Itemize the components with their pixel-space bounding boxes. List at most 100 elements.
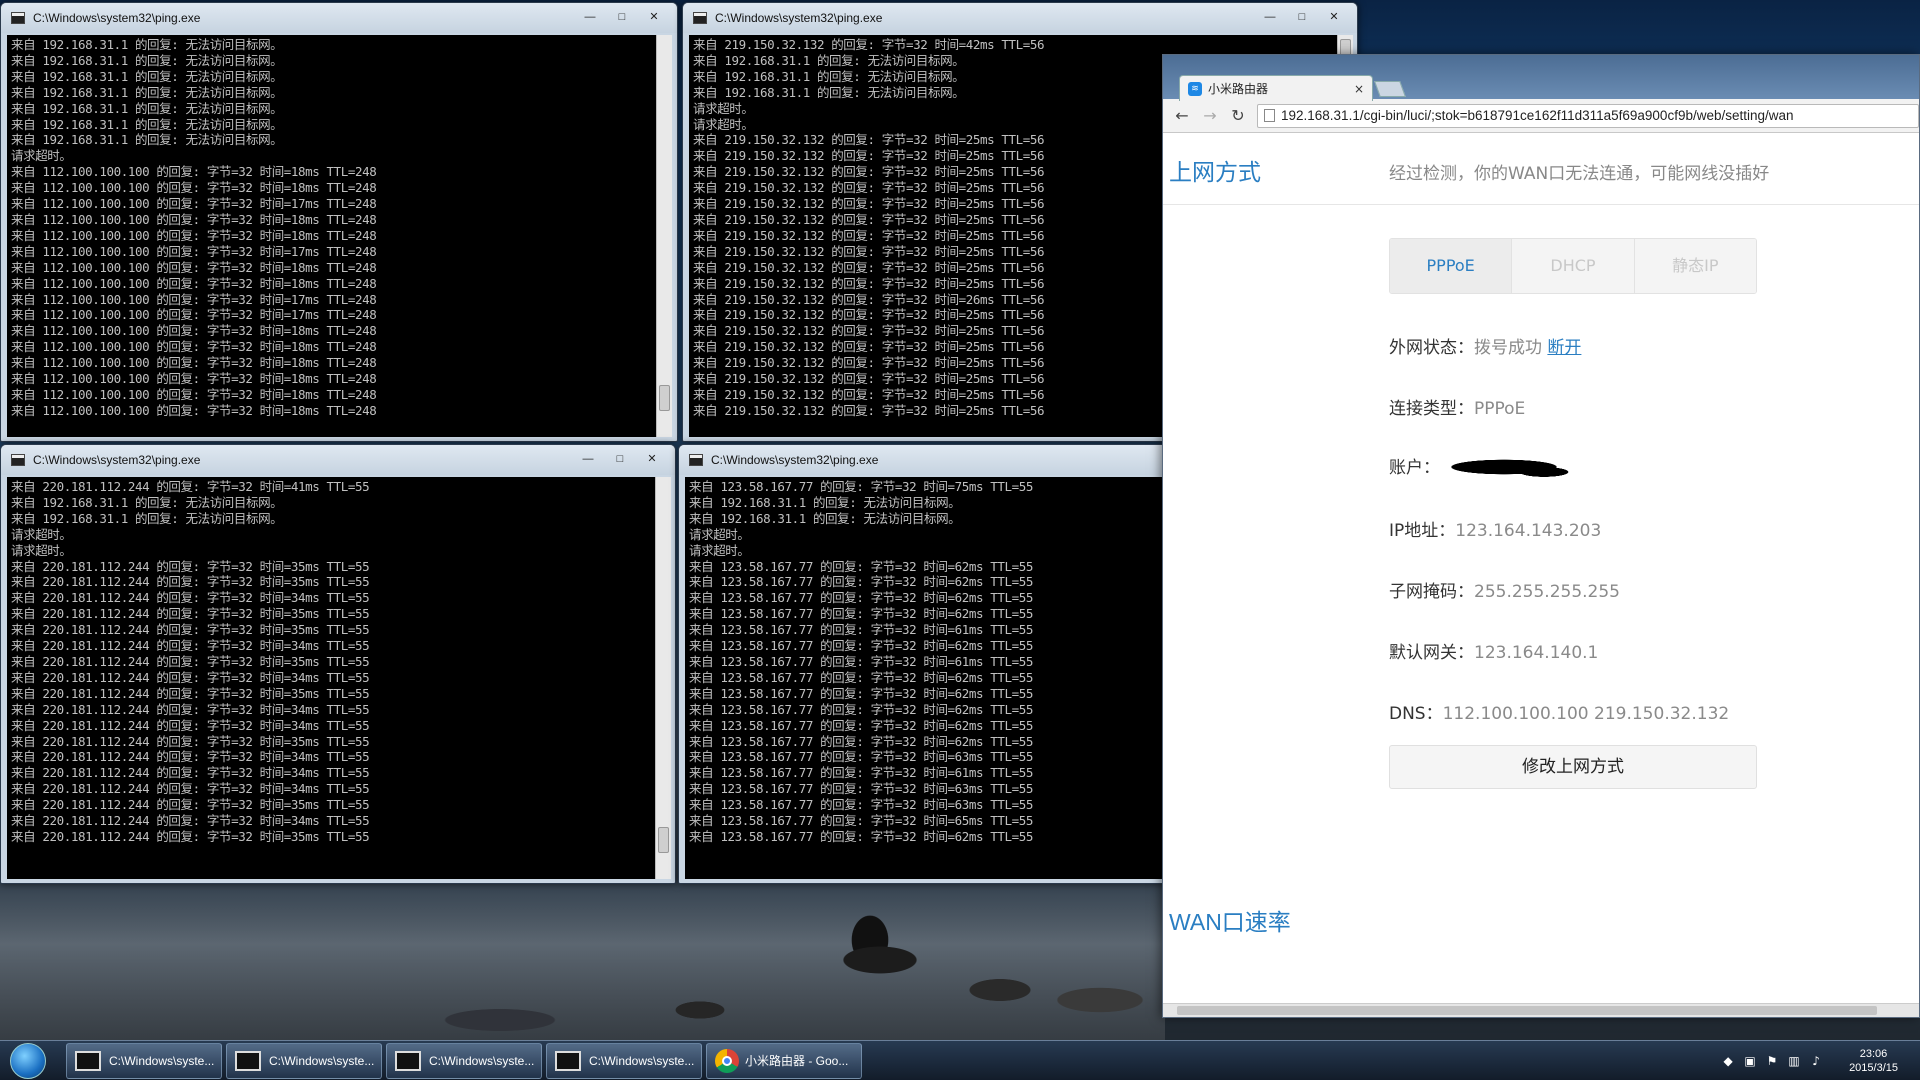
- connection-type-tabs: PPPoE DHCP 静态IP: [1389, 238, 1757, 294]
- close-button[interactable]: ✕: [1321, 10, 1347, 26]
- console-line: 来自 112.100.100.100 的回复: 字节=32 时间=18ms TT…: [11, 259, 377, 275]
- taskbar-button-chrome[interactable]: 小米路由器 - Goo...: [706, 1042, 862, 1079]
- chrome-icon: [715, 1048, 739, 1073]
- disconnect-link[interactable]: 断开: [1547, 338, 1581, 358]
- tab-pppoe[interactable]: PPPoE: [1390, 239, 1513, 293]
- console-line: 请求超时。: [11, 526, 72, 542]
- tray-app-icon[interactable]: ◆: [1721, 1054, 1735, 1068]
- console-line: 来自 112.100.100.100 的回复: 字节=32 时间=17ms TT…: [11, 243, 377, 259]
- scrollbar[interactable]: [655, 477, 671, 879]
- taskbar-button-cmd-4[interactable]: C:\Windows\syste...: [546, 1042, 702, 1079]
- forward-arrow-icon[interactable]: →: [1201, 106, 1219, 125]
- label: 子网掩码：: [1389, 582, 1474, 602]
- tab-close-icon[interactable]: ×: [1354, 82, 1364, 96]
- console-line: 来自 192.168.31.1 的回复: 无法访问目标网。: [11, 52, 283, 68]
- scrollbar-thumb[interactable]: [1177, 1006, 1877, 1015]
- tab-strip: ≋ 小米路由器 ×: [1163, 55, 1919, 101]
- cmd-titlebar[interactable]: C:\Windows\system32\ping.exe: [679, 445, 1197, 475]
- console-line: 来自 220.181.112.244 的回复: 字节=32 时间=35ms TT…: [11, 622, 370, 638]
- console-line: 来自 123.58.167.77 的回复: 字节=32 时间=63ms TTL=…: [689, 781, 1034, 797]
- back-arrow-icon[interactable]: ←: [1173, 106, 1191, 125]
- cmd-window-bottom-left[interactable]: C:\Windows\system32\ping.exe — □ ✕ 来自 220.…: [0, 444, 676, 884]
- console-line: 请求超时。: [689, 542, 750, 558]
- close-button[interactable]: ✕: [641, 10, 667, 26]
- label: 连接类型：: [1389, 399, 1474, 419]
- console-line: 来自 192.168.31.1 的回复: 无法访问目标网。: [689, 510, 961, 526]
- tray-app-icon-2[interactable]: ▣: [1743, 1054, 1757, 1068]
- label: 账户：: [1389, 458, 1440, 478]
- scrollbar-thumb[interactable]: [659, 385, 670, 411]
- console-output[interactable]: 来自 192.168.31.1 的回复: 无法访问目标网。 来自 192.168.…: [7, 35, 659, 437]
- console-line: 来自 112.100.100.100 的回复: 字节=32 时间=17ms TT…: [11, 291, 377, 307]
- console-line: 来自 112.100.100.100 的回复: 字节=32 时间=17ms TT…: [11, 196, 377, 212]
- desktop-wallpaper: [0, 880, 1165, 1040]
- minimize-button[interactable]: —: [575, 452, 601, 468]
- address-bar[interactable]: 192.168.31.1/cgi-bin/luci/;stok=b618791c…: [1257, 103, 1919, 128]
- close-button[interactable]: ✕: [639, 452, 665, 468]
- console-output[interactable]: 来自 220.181.112.244 的回复: 字节=32 时间=41ms TT…: [7, 477, 657, 879]
- console-line: 请求超时。: [11, 542, 72, 558]
- new-tab-button[interactable]: [1374, 81, 1406, 97]
- minimize-button[interactable]: —: [577, 10, 603, 26]
- wifi-favicon-icon: ≋: [1188, 81, 1202, 96]
- reload-icon[interactable]: ↻: [1229, 106, 1247, 125]
- horizontal-scrollbar[interactable]: [1163, 1003, 1919, 1017]
- console-line: 来自 123.58.167.77 的回复: 字节=32 时间=62ms TTL=…: [689, 558, 1034, 574]
- toolbar: ← → ↻ 192.168.31.1/cgi-bin/luci/;stok=b6…: [1163, 99, 1919, 133]
- cmd-window-bottom-right[interactable]: C:\Windows\system32\ping.exe 来自 123.58.1…: [678, 444, 1198, 884]
- console-line: 来自 220.181.112.244 的回复: 字节=32 时间=35ms TT…: [11, 653, 370, 669]
- taskbar-label: C:\Windows\syste...: [429, 1053, 535, 1068]
- tab-static-ip[interactable]: 静态IP: [1634, 239, 1756, 293]
- taskbar-button-cmd-3[interactable]: C:\Windows\syste...: [386, 1042, 542, 1079]
- console-line: 来自 192.168.31.1 的回复: 无法访问目标网。: [11, 84, 283, 100]
- modify-wan-mode-button[interactable]: 修改上网方式: [1389, 745, 1757, 789]
- console-line: 来自 123.58.167.77 的回复: 字节=32 时间=62ms TTL=…: [689, 717, 1034, 733]
- cmd-icon: [395, 1050, 421, 1071]
- maximize-button[interactable]: □: [1289, 10, 1315, 26]
- clock-date: 2015/3/15: [1849, 1061, 1898, 1074]
- console-line: 来自 123.58.167.77 的回复: 字节=32 时间=62ms TTL=…: [689, 590, 1034, 606]
- tray-flag-icon[interactable]: ⚑: [1765, 1054, 1779, 1068]
- console-line: 来自 112.100.100.100 的回复: 字节=32 时间=18ms TT…: [11, 323, 377, 339]
- cmd-icon: [235, 1050, 261, 1071]
- divider: [1163, 204, 1919, 205]
- cmd-titlebar[interactable]: C:\Windows\system32\ping.exe — □ ✕: [1, 3, 677, 33]
- console-line: 来自 123.58.167.77 的回复: 字节=32 时间=65ms TTL=…: [689, 813, 1034, 829]
- scrollbar-thumb[interactable]: [658, 827, 669, 853]
- maximize-button[interactable]: □: [607, 452, 633, 468]
- start-orb-icon[interactable]: [10, 1042, 46, 1079]
- console-line: 来自 219.150.32.132 的回复: 字节=32 时间=42ms TTL…: [693, 37, 1045, 52]
- cmd-window-top-left[interactable]: C:\Windows\system32\ping.exe — □ ✕ 来自 192.…: [0, 2, 678, 442]
- row-wan-status: 外网状态：拨号成功 断开: [1389, 333, 1581, 358]
- cmd-titlebar[interactable]: C:\Windows\system32\ping.exe — □ ✕: [1, 445, 675, 475]
- cmd-icon: [693, 12, 707, 24]
- cmd-icon: [689, 454, 703, 466]
- taskbar-button-cmd-2[interactable]: C:\Windows\syste...: [226, 1042, 382, 1079]
- maximize-button[interactable]: □: [609, 10, 635, 26]
- taskbar-button-cmd-1[interactable]: C:\Windows\syste...: [66, 1042, 222, 1079]
- console-line: 来自 220.181.112.244 的回复: 字节=32 时间=35ms TT…: [11, 606, 370, 622]
- scrollbar[interactable]: [656, 35, 672, 437]
- console-output[interactable]: 来自 123.58.167.77 的回复: 字节=32 时间=75ms TTL=…: [685, 477, 1195, 879]
- console-line: 来自 123.58.167.77 的回复: 字节=32 时间=62ms TTL=…: [689, 733, 1034, 749]
- console-line: 请求超时。: [11, 148, 72, 164]
- cmd-title: C:\Windows\system32\ping.exe: [33, 11, 201, 25]
- tray-volume-icon[interactable]: ♪: [1809, 1054, 1823, 1068]
- cmd-titlebar[interactable]: C:\Windows\system32\ping.exe — □ ✕: [683, 3, 1357, 33]
- clock[interactable]: 23:06 2015/3/15: [1849, 1047, 1898, 1075]
- tab-title: 小米路由器: [1208, 82, 1269, 96]
- tray-network-icon[interactable]: ▥: [1787, 1054, 1801, 1068]
- row-subnet-mask: 子网掩码：255.255.255.255: [1389, 577, 1620, 602]
- wan-hint: 经过检测，你的WAN口无法连通，可能网线没插好: [1389, 164, 1770, 184]
- tab-xiaomi-router[interactable]: ≋ 小米路由器 ×: [1179, 75, 1373, 101]
- console-line: 来自 192.168.31.1 的回复: 无法访问目标网。: [11, 68, 283, 84]
- console-line: 来自 123.58.167.77 的回复: 字节=32 时间=62ms TTL=…: [689, 701, 1034, 717]
- taskbar-label: C:\Windows\syste...: [269, 1053, 375, 1068]
- console-line: 来自 112.100.100.100 的回复: 字节=32 时间=18ms TT…: [11, 275, 377, 291]
- chrome-browser-window[interactable]: ≋ 小米路由器 × ← → ↻ 192.168.31.1/cgi-bin/luc…: [1162, 54, 1920, 1018]
- console-line: 来自 220.181.112.244 的回复: 字节=32 时间=34ms TT…: [11, 765, 370, 781]
- tab-dhcp[interactable]: DHCP: [1512, 239, 1635, 293]
- minimize-button[interactable]: —: [1257, 10, 1283, 26]
- value: 123.164.143.203: [1455, 521, 1602, 541]
- taskbar-label: C:\Windows\syste...: [109, 1053, 215, 1068]
